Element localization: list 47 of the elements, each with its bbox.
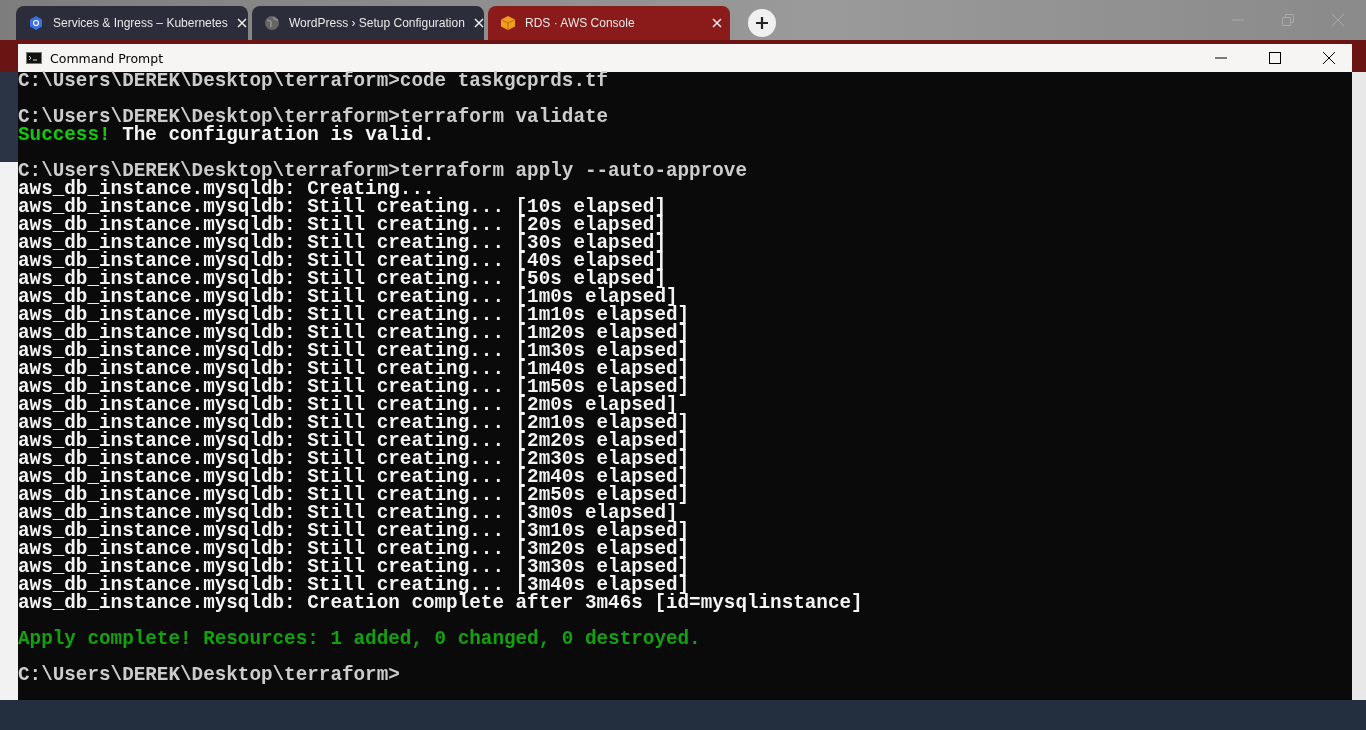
tab-title: Services & Ingress – Kubernetes [53, 16, 228, 30]
console-line: aws_db_instance.mysqldb: Still creating... [1m40s elapsed] [18, 360, 690, 378]
console-line: aws_db_instance.mysqldb: Still creating... [2m50s elapsed] [18, 486, 690, 504]
console-line: aws_db_instance.mysqldb: Still creating... [3m40s elapsed] [18, 576, 690, 594]
plus-icon [755, 16, 769, 30]
console-line: aws_db_instance.mysqldb: Still creating... [1m50s elapsed] [18, 378, 690, 396]
console-line: aws_db_instance.mysqldb: Still creating... [1m30s elapsed] [18, 342, 690, 360]
console-line: aws_db_instance.mysqldb: Still creating... [40s elapsed] [18, 252, 666, 270]
hexagon-icon [28, 15, 44, 31]
console-line: aws_db_instance.mysqldb: Still creating... [50s elapsed] [18, 270, 666, 288]
console-icon [26, 52, 42, 64]
console-line: aws_db_instance.mysqldb: Still creating... [2m40s elapsed] [18, 468, 690, 486]
console-line: aws_db_instance.mysqldb: Still creating... [2m30s elapsed] [18, 450, 690, 468]
console-line: C:\Users\DEREK\Desktop\terraform>code taskgcprds.tf [18, 72, 609, 90]
window-title: Command Prompt [50, 50, 164, 66]
cube-icon [500, 15, 516, 31]
console-line: aws_db_instance.mysqldb: Still creating... [2m10s elapsed] [18, 414, 690, 432]
console-line: aws_db_instance.mysqldb: Creation complete after 3m46s [id=mysqlinstance] [18, 594, 863, 612]
console-line: aws_db_instance.mysqldb: Still creating... [3m10s elapsed] [18, 522, 690, 540]
browser-tab[interactable]: RDS · AWS Console [488, 6, 730, 40]
browser-tab[interactable]: Services & Ingress – Kubernetes [16, 6, 248, 40]
console-line: aws_db_instance.mysqldb: Still creating... [1m20s elapsed] [18, 324, 690, 342]
console-line: aws_db_instance.mysqldb: Still creating... [3m0s elapsed] [18, 504, 678, 522]
console-line: aws_db_instance.mysqldb: Creating... [18, 180, 435, 198]
console-line: C:\Users\DEREK\Desktop\terraform> [18, 666, 400, 684]
console-line: C:\Users\DEREK\Desktop\terraform>terraform apply --auto-approve [18, 162, 747, 180]
scrollbar[interactable] [1352, 72, 1366, 700]
console-line: aws_db_instance.mysqldb: Still creating... [20s elapsed] [18, 216, 666, 234]
console-line: aws_db_instance.mysqldb: Still creating... [10s elapsed] [18, 198, 666, 216]
new-tab-button[interactable] [748, 9, 776, 37]
console-line: aws_db_instance.mysqldb: Still creating... [1m0s elapsed] [18, 288, 678, 306]
browser-tab[interactable]: WordPress › Setup Configuration [252, 6, 484, 40]
close-icon [1323, 52, 1335, 64]
console-line: aws_db_instance.mysqldb: Still creating... [2m20s elapsed] [18, 432, 690, 450]
console-line: Apply complete! Resources: 1 added, 0 changed, 0 destroyed. [18, 630, 701, 648]
tab-title: RDS · AWS Console [525, 16, 636, 30]
maximize-icon [1269, 52, 1281, 64]
restore-icon[interactable] [1282, 14, 1294, 26]
console-line: aws_db_instance.mysqldb: Still creating... [3m30s elapsed] [18, 558, 690, 576]
console-line: Success! The configuration is valid. [18, 126, 435, 144]
console-line: aws_db_instance.mysqldb: Still creating... [3m20s elapsed] [18, 540, 690, 558]
globe-icon [264, 15, 280, 31]
tab-title: WordPress › Setup Configuration [289, 16, 465, 30]
console-line: aws_db_instance.mysqldb: Still creating... [1m10s elapsed] [18, 306, 690, 324]
console-line: aws_db_instance.mysqldb: Still creating... [30s elapsed] [18, 234, 666, 252]
console-line: C:\Users\DEREK\Desktop\terraform>terraform validate [18, 108, 609, 126]
console-line: aws_db_instance.mysqldb: Still creating... [2m0s elapsed] [18, 396, 678, 414]
